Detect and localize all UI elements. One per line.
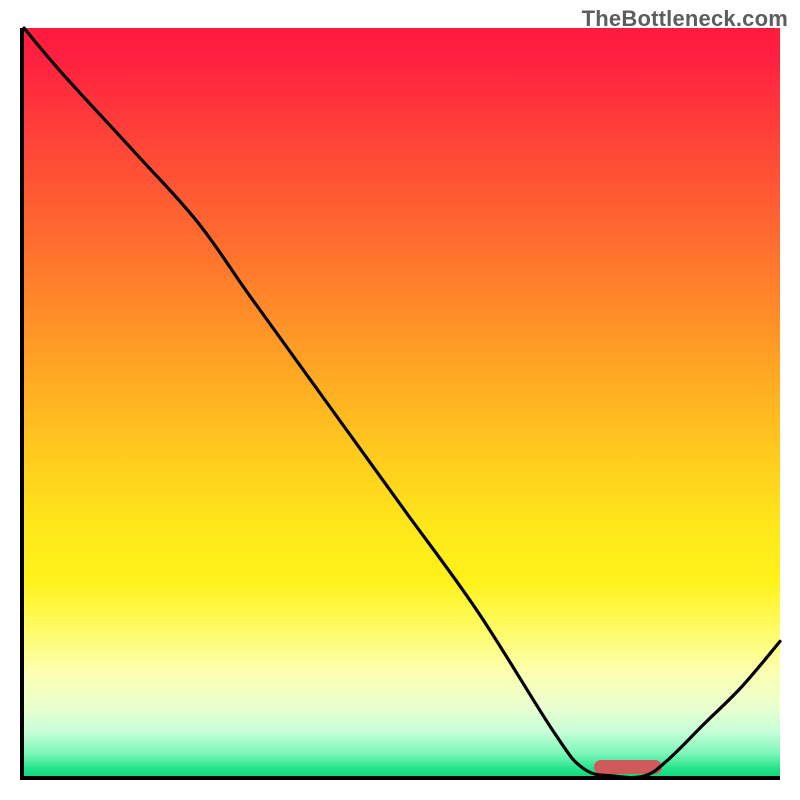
chart-plot-area xyxy=(20,28,780,780)
bottleneck-curve-path xyxy=(24,28,780,778)
bottleneck-curve xyxy=(24,28,780,776)
